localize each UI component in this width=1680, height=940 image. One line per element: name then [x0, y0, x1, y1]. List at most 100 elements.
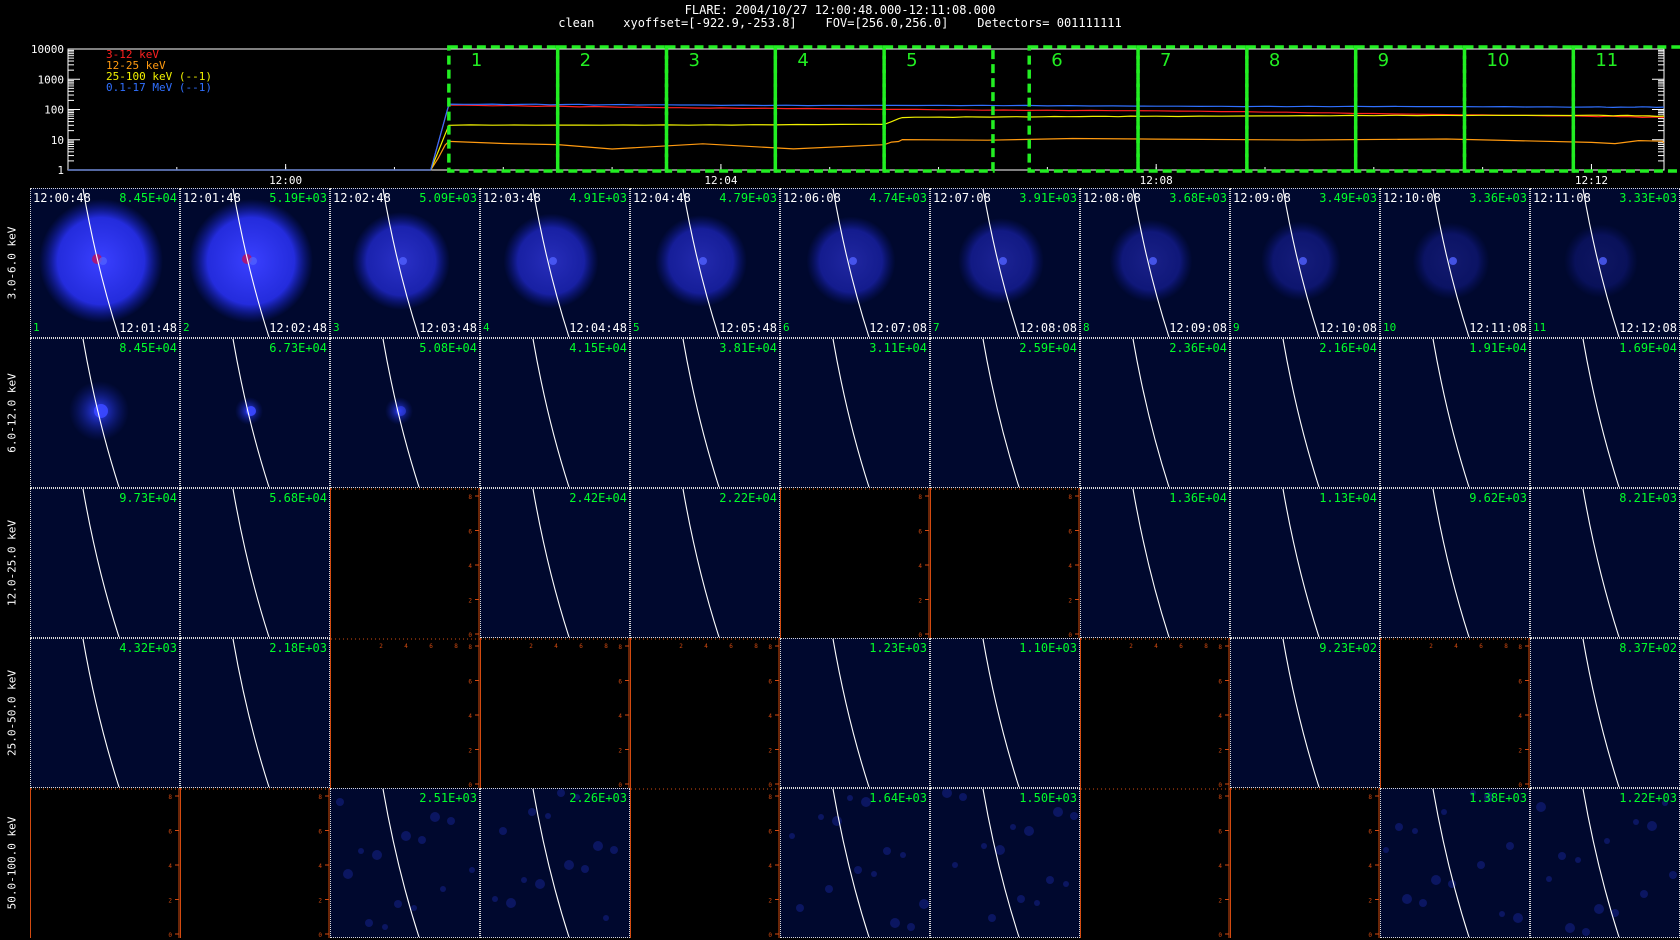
axis-tick-label: 4 — [768, 863, 772, 870]
interval-box — [1353, 45, 1467, 173]
image-map — [806, 189, 896, 337]
axis-tick-label: 2 — [1129, 643, 1133, 650]
interval-label: 7 — [1160, 50, 1171, 71]
axis-tick-label: 6 — [918, 529, 922, 536]
solar-limb — [232, 489, 270, 637]
solar-limb — [82, 489, 120, 637]
empty-image-cell: 02468 — [1080, 788, 1231, 938]
axis-tick-label: 6 — [729, 643, 733, 650]
image-cell: 2.16E+04 — [1230, 338, 1380, 488]
image-cell: 1.36E+04 — [1080, 488, 1230, 638]
interval-number: 7 — [933, 321, 940, 334]
start-time: 12:01:48 — [183, 191, 241, 205]
axis-tick-label: 0 — [318, 932, 322, 938]
image-map — [1132, 489, 1170, 637]
interval-label: 11 — [1595, 50, 1618, 71]
empty-cell-axes: 02468 — [931, 488, 1081, 638]
peak-value: 9.73E+04 — [119, 491, 177, 505]
peak-value: 3.36E+03 — [1469, 191, 1527, 205]
energy-band-label: 25.0-50.0 keV — [5, 669, 19, 757]
peak-value: 4.74E+03 — [869, 191, 927, 205]
axis-tick-label: 8 — [1504, 643, 1508, 650]
peak-value: 3.33E+03 — [1619, 191, 1677, 205]
image-cell: 1.10E+03 — [930, 638, 1080, 788]
image-map — [1282, 489, 1320, 637]
start-time: 12:08:08 — [1083, 191, 1141, 205]
start-time: 12:09:08 — [1233, 191, 1291, 205]
axis-tick-label: 6 — [468, 679, 472, 686]
solar-limb — [832, 339, 870, 487]
axis-tick-label: 4 — [404, 643, 408, 650]
energy-band-label: 50.0-100.0 keV — [5, 816, 19, 910]
image-map — [682, 339, 720, 487]
energy-band-label: 6.0-12.0 keV — [5, 373, 19, 453]
end-time: 12:11:08 — [1469, 321, 1527, 335]
image-cell: 2.26E+03 — [480, 788, 630, 938]
legend-entry: 0.1-17 MeV (--1) — [106, 81, 212, 94]
axis-tick-label: 8 — [768, 644, 772, 651]
interval-number: 3 — [333, 321, 340, 334]
image-map — [1282, 639, 1320, 787]
image-map — [1261, 189, 1341, 337]
image-map — [1564, 189, 1638, 337]
axis-tick-label: 8 — [318, 794, 322, 801]
empty-image-cell: 02468 — [30, 788, 181, 938]
solar-limb — [832, 789, 870, 937]
image-map — [832, 339, 870, 487]
axis-tick-label: 6 — [168, 829, 172, 836]
interval-label: 8 — [1269, 50, 1280, 71]
x-tick-label: 12:12 — [1575, 174, 1608, 187]
solar-limb — [1432, 489, 1470, 637]
image-map — [1536, 789, 1677, 937]
image-map — [1109, 189, 1193, 337]
start-time: 12:06:08 — [783, 191, 841, 205]
peak-value: 2.22E+04 — [719, 491, 777, 505]
solar-limb — [232, 639, 270, 787]
interval-number: 8 — [1083, 321, 1090, 334]
image-map — [1412, 189, 1490, 337]
solar-limb — [982, 789, 1020, 937]
image-cell: 4.15E+04 — [480, 338, 630, 488]
axis-tick-label: 6 — [429, 643, 433, 650]
interval-number: 5 — [633, 321, 640, 334]
image-cell: 1.22E+03 — [1530, 788, 1680, 938]
solar-limb — [982, 639, 1020, 787]
solar-limb — [1582, 639, 1620, 787]
axis-tick-label: 6 — [768, 829, 772, 836]
image-cell: 5.68E+04 — [180, 488, 330, 638]
axis-tick-label: 6 — [468, 529, 472, 536]
axis-tick-label: 4 — [1454, 643, 1458, 650]
axis-tick-label: 2 — [618, 748, 622, 755]
peak-value: 3.91E+03 — [1019, 191, 1077, 205]
axis-tick-label: 2 — [1368, 898, 1372, 905]
start-time: 12:10:08 — [1383, 191, 1441, 205]
image-map — [232, 639, 270, 787]
interval-box — [447, 45, 560, 173]
peak-value: 1.10E+03 — [1019, 641, 1077, 655]
empty-image-cell: 02468 — [930, 488, 1081, 638]
axis-tick-label: 2 — [768, 898, 772, 905]
image-cell: 4.74E+03 12:06:08 12:07:08 6 — [780, 188, 930, 338]
image-cell: 3.91E+03 12:07:08 12:08:08 7 — [930, 188, 1080, 338]
empty-cell-axes: 02468 — [781, 488, 931, 638]
peak-value: 1.91E+04 — [1469, 341, 1527, 355]
peak-value: 2.18E+03 — [269, 641, 327, 655]
peak-value: 3.81E+04 — [719, 341, 777, 355]
axis-tick-label: 4 — [168, 863, 172, 870]
image-cell: 1.64E+03 — [780, 788, 930, 938]
image-map — [82, 489, 120, 637]
peak-value: 3.11E+04 — [869, 341, 927, 355]
axis-tick-label: 0 — [168, 932, 172, 938]
empty-image-cell: 02468 — [780, 488, 931, 638]
interval-box — [1462, 45, 1576, 173]
image-cell: 3.68E+03 12:08:08 12:09:08 8 — [1080, 188, 1230, 338]
solar-limb — [1432, 339, 1470, 487]
axis-tick-label: 4 — [1068, 563, 1072, 570]
axis-tick-label: 2 — [1218, 898, 1222, 905]
image-map — [1132, 339, 1170, 487]
interval-number: 1 — [33, 321, 40, 334]
interval-box — [1027, 45, 1140, 173]
axis-tick-label: 6 — [1368, 829, 1372, 836]
image-cell: 8.45E+04 — [30, 338, 180, 488]
axis-tick-label: 4 — [618, 713, 622, 720]
